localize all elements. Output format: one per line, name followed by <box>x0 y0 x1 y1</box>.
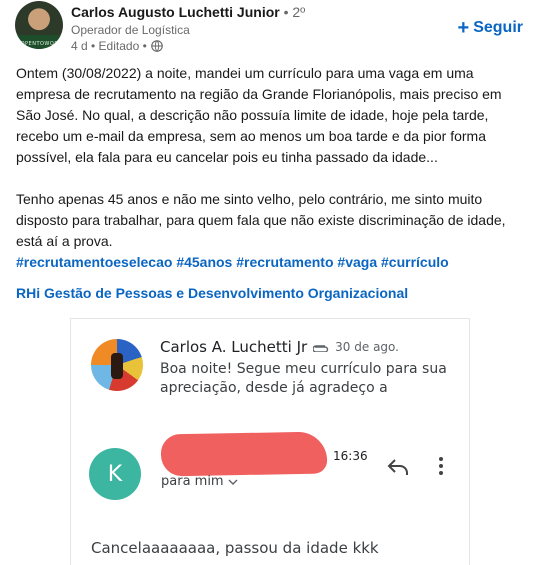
globe-icon <box>150 40 163 52</box>
hashtag-link[interactable]: #recrutamento <box>236 254 333 270</box>
post-paragraph-2: Tenho apenas 45 anos e não me sinto velh… <box>16 191 506 249</box>
hashtag-list: #recrutamentoeselecao #45anos #recrutame… <box>16 252 526 273</box>
more-vert-icon <box>439 457 443 475</box>
author-name[interactable]: Carlos Augusto Luchetti Junior <box>71 4 280 20</box>
post-meta-text: 4 d • Editado • <box>71 39 147 53</box>
email-sender-line: Carlos A. Luchetti Jr 30 de ago. <box>160 338 399 356</box>
reply-recipient: para mim <box>161 474 238 489</box>
post-meta: 4 d • Editado • <box>71 39 163 53</box>
chevron-down-icon <box>228 479 238 485</box>
follow-label: Seguir <box>473 19 523 36</box>
redaction-mark <box>160 431 328 477</box>
post-paragraph-1: Ontem (30/08/2022) a noite, mandei um cu… <box>16 65 502 165</box>
post-image[interactable]: Carlos A. Luchetti Jr 30 de ago. Boa noi… <box>70 318 470 565</box>
follow-button[interactable]: + Seguir <box>457 17 523 39</box>
author-avatar[interactable]: #OPENTOWORK <box>15 1 63 49</box>
hashtag-link[interactable]: #currículo <box>381 254 449 270</box>
reply-body: Cancelaaaaaaaa, passou da idade kkk <box>91 539 379 557</box>
hashtag-link[interactable]: #45anos <box>176 254 232 270</box>
reply-time: 16:36 <box>333 449 368 463</box>
reply-icon <box>387 459 408 475</box>
author-headline: Operador de Logística <box>71 23 190 37</box>
company-mention-link[interactable]: RHi Gestão de Pessoas e Desenvolvimento … <box>16 283 408 304</box>
reply-to-label: para mim <box>161 474 224 489</box>
reply-avatar-letter: K <box>107 461 123 487</box>
reply-sender-avatar: K <box>89 448 141 500</box>
open-to-work-label: #OPENTOWORK <box>15 41 63 47</box>
author-name-line[interactable]: Carlos Augusto Luchetti Junior • 2º <box>71 4 305 20</box>
post-text: Ontem (30/08/2022) a noite, mandei um cu… <box>16 63 526 273</box>
email-snippet: Boa noite! Segue meu currículo para sua … <box>160 361 447 396</box>
paperclip-icon <box>313 345 329 352</box>
hashtag-link[interactable]: #recrutamentoeselecao <box>16 254 172 270</box>
email-sender: Carlos A. Luchetti Jr <box>160 338 308 356</box>
connection-degree: • 2º <box>283 4 306 20</box>
email-date: 30 de ago. <box>335 340 399 354</box>
hashtag-link[interactable]: #vaga <box>337 254 377 270</box>
sender-avatar <box>91 339 143 391</box>
plus-icon: + <box>457 17 470 39</box>
